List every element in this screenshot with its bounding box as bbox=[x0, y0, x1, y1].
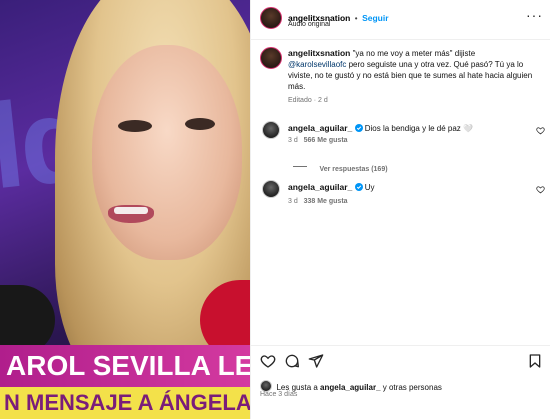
caption-text: angelitxsnation "ya no me voy a meter má… bbox=[288, 48, 543, 92]
view-replies-label[interactable]: Ver respuestas (169) bbox=[319, 166, 387, 173]
view-replies-button[interactable]: Ver respuestas (169) bbox=[293, 158, 388, 176]
caption-separator: · bbox=[313, 97, 317, 104]
audio-label[interactable]: Audio original bbox=[288, 21, 330, 28]
comment-avatar[interactable] bbox=[262, 121, 280, 139]
replies-line bbox=[293, 166, 307, 168]
post-actions-bar bbox=[251, 345, 550, 371]
person-face bbox=[92, 45, 242, 260]
caption-mention-link[interactable]: @karolsevillaofc bbox=[288, 60, 346, 69]
post-timestamp[interactable]: Hace 3 días bbox=[260, 391, 297, 398]
like-comment-heart-icon[interactable] bbox=[536, 126, 545, 135]
video-banner-title: AROL SEVILLA LE MA bbox=[0, 345, 250, 387]
likes-suffix[interactable]: y otras personas bbox=[381, 383, 442, 392]
header-separator: • bbox=[354, 14, 358, 23]
likes-username[interactable]: angela_aguilar_ bbox=[320, 383, 380, 392]
caption-text-part1: "ya no me voy a meter más" dijiste bbox=[352, 49, 476, 58]
save-bookmark-icon[interactable] bbox=[527, 353, 543, 369]
post-media[interactable]: ldo AROL SEVILLA LE MA N MENSAJE A ÁNGEL… bbox=[0, 0, 250, 419]
comment-text: Uy bbox=[364, 183, 375, 192]
edited-label: Editado bbox=[288, 97, 312, 104]
person-eye-left bbox=[118, 120, 152, 132]
more-options-icon[interactable]: ··· bbox=[526, 8, 543, 22]
share-send-icon[interactable] bbox=[308, 353, 324, 369]
verified-badge-icon bbox=[354, 124, 363, 132]
post-header: angelitxsnation • Seguir Audio original … bbox=[251, 0, 550, 40]
person-teeth bbox=[114, 207, 148, 214]
comment-time[interactable]: 3 d bbox=[288, 198, 298, 205]
post-details-panel: angelitxsnation • Seguir Audio original … bbox=[250, 0, 550, 419]
comment-username[interactable]: angela_aguilar_ bbox=[288, 182, 352, 192]
caption-time[interactable]: 2 d bbox=[318, 97, 328, 104]
caption-avatar[interactable] bbox=[260, 47, 282, 69]
comment-text: Dios la bendiga y le dé paz 🤍 bbox=[364, 124, 473, 133]
like-heart-icon[interactable] bbox=[260, 353, 276, 369]
person-eye-right bbox=[185, 118, 215, 130]
comment-time[interactable]: 3 d bbox=[288, 137, 298, 144]
comment-avatar[interactable] bbox=[262, 180, 280, 198]
verified-badge-icon bbox=[354, 183, 363, 191]
follow-button[interactable]: Seguir bbox=[362, 13, 388, 23]
comment-likes[interactable]: 566 Me gusta bbox=[304, 137, 348, 144]
video-banner-subtitle: N MENSAJE A ÁNGELA AG bbox=[0, 387, 250, 419]
comment-meta: 3 d 338 Me gusta bbox=[288, 198, 348, 205]
comment-body: angela_aguilar_ Dios la bendiga y le dé … bbox=[288, 123, 528, 134]
comment-likes[interactable]: 338 Me gusta bbox=[304, 198, 348, 205]
caption-username[interactable]: angelitxsnation bbox=[288, 48, 350, 58]
liker-avatar[interactable] bbox=[260, 379, 272, 392]
author-avatar[interactable] bbox=[260, 7, 282, 29]
comment-meta: 3 d 566 Me gusta bbox=[288, 137, 348, 144]
comment-bubble-icon[interactable] bbox=[284, 353, 300, 369]
comment-username[interactable]: angela_aguilar_ bbox=[288, 123, 352, 133]
caption-meta: Editado · 2 d bbox=[288, 97, 328, 104]
like-comment-heart-icon[interactable] bbox=[536, 185, 545, 194]
comment-body: angela_aguilar_ Uy bbox=[288, 182, 528, 193]
